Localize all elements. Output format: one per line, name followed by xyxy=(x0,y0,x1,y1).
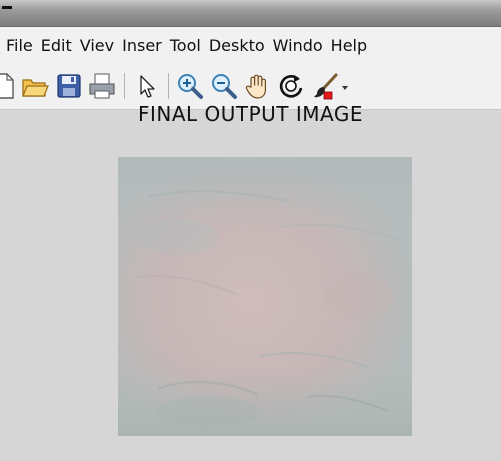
menu-window[interactable]: Windo xyxy=(273,36,323,55)
figure-title: FINAL OUTPUT IMAGE xyxy=(137,102,364,126)
window-dash-icon xyxy=(2,6,12,9)
figure-canvas: FINAL OUTPUT IMAGE xyxy=(0,102,501,461)
title-bar xyxy=(0,0,501,27)
open-folder-icon[interactable] xyxy=(20,71,50,101)
menu-edit[interactable]: Edit xyxy=(41,36,72,55)
brush-icon[interactable] xyxy=(310,71,340,101)
select-arrow-icon[interactable] xyxy=(132,71,162,101)
menu-desktop[interactable]: Deskto xyxy=(209,36,265,55)
menu-help[interactable]: Help xyxy=(331,36,367,55)
save-icon[interactable] xyxy=(54,71,84,101)
toolbar-separator xyxy=(168,73,169,99)
chevron-down-icon[interactable] xyxy=(338,71,352,101)
rotate-3d-icon[interactable] xyxy=(276,71,306,101)
pan-hand-icon[interactable] xyxy=(242,71,272,101)
menu-bar: File Edit Viev Inser Tool Deskto Windo H… xyxy=(0,27,501,63)
menu-view[interactable]: Viev xyxy=(80,36,114,55)
zoom-out-icon[interactable] xyxy=(209,71,239,101)
print-icon[interactable] xyxy=(87,71,117,101)
toolbar-separator xyxy=(124,73,125,99)
menu-tools[interactable]: Tool xyxy=(170,36,201,55)
menu-file[interactable]: File xyxy=(6,36,33,55)
new-file-icon[interactable] xyxy=(0,71,18,101)
output-image xyxy=(118,157,412,436)
menu-insert[interactable]: Inser xyxy=(122,36,162,55)
zoom-in-icon[interactable] xyxy=(175,71,205,101)
